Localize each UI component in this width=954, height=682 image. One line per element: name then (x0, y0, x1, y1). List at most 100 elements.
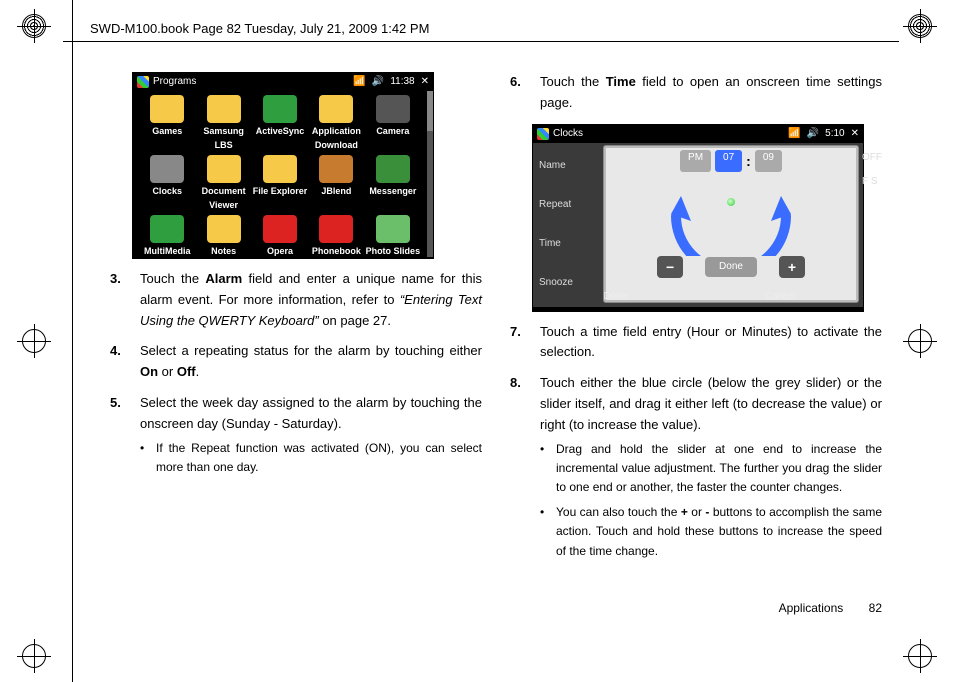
clocks-status: 📶 🔊 5:10 ✕ (788, 126, 859, 142)
clocks-title: Clocks (553, 126, 583, 142)
step-number: 8. (510, 373, 526, 567)
program-label: Camera (365, 124, 421, 138)
program-item: Phonebook (308, 215, 364, 257)
program-label: JBlend (308, 184, 364, 198)
step-number: 5. (110, 393, 126, 483)
page-footer: Applications 82 (779, 599, 882, 618)
right-steps-list: 7. Touch a time field entry (Hour or Minu… (510, 322, 882, 567)
left-steps-list: 3.Touch the Alarm field and enter a uniq… (110, 269, 482, 483)
sub-bullets: •Drag and hold the slider at one end to … (540, 440, 882, 561)
program-item: File Explorer (252, 155, 308, 213)
repeat-off: OFF (862, 150, 904, 166)
hour-pill: 07 (715, 150, 742, 172)
minute-pill: 09 (755, 150, 782, 172)
programs-titlebar: Programs 📶 🔊 11:38 ✕ (133, 73, 433, 91)
sub-text: Drag and hold the slider at one end to i… (556, 440, 882, 498)
program-item: Games (139, 95, 195, 153)
footer-page-number: 82 (869, 601, 882, 615)
program-item: Samsung LBS (195, 95, 251, 153)
done-row: − Done + (657, 256, 805, 278)
signal-icon: 📶 (788, 126, 800, 142)
footer-done: Done (533, 287, 698, 307)
programs-time: 11:38 (390, 74, 414, 90)
clocks-time: 5:10 (825, 126, 844, 142)
right-intro-list: 6. Touch the Time field to open an onscr… (510, 72, 882, 114)
programs-status: 📶 🔊 11:38 ✕ (353, 74, 429, 90)
program-label: Document Viewer (195, 184, 251, 213)
bullet-icon: • (140, 439, 148, 477)
clock-row-label: Time (539, 236, 597, 252)
clock-row-label: Name (539, 158, 597, 174)
step-text: Touch either the blue circle (below the … (540, 373, 882, 567)
crop-mark-top-right (908, 14, 932, 38)
program-item: Opera (252, 215, 308, 257)
print-guide-horizontal (63, 41, 899, 42)
clocks-footer: Done Cancel (533, 287, 863, 307)
bullet-icon: • (540, 440, 548, 498)
program-label: File Explorer (252, 184, 308, 198)
program-item: Document Viewer (195, 155, 251, 213)
programs-scrollbar (427, 91, 433, 257)
close-icon: ✕ (851, 126, 859, 142)
programs-grid: GamesSamsung LBSActiveSyncApplication Do… (133, 91, 427, 257)
program-item: Camera (365, 95, 421, 153)
step-number: 4. (110, 341, 126, 383)
speaker-icon: 🔊 (807, 126, 819, 142)
running-header: SWD-M100.book Page 82 Tuesday, July 21, … (90, 21, 429, 36)
time-pills: PM 07 : 09 (680, 150, 782, 172)
program-item: ActiveSync (252, 95, 308, 153)
left-column: Programs 📶 🔊 11:38 ✕ GamesSamsung LBSAct… (110, 72, 482, 622)
program-label: Notes (195, 244, 251, 257)
signal-icon: 📶 (353, 74, 365, 90)
program-item: Application Download (308, 95, 364, 153)
clocks-right-values: OFF F S (862, 150, 904, 190)
crop-mark-bottom-right (908, 644, 932, 668)
print-guide-vertical (72, 0, 73, 682)
time-colon: : (746, 150, 751, 172)
plus-button: + (779, 256, 805, 278)
time-picker-dialog: PM 07 : 09 − (603, 145, 859, 303)
step-number: 3. (110, 269, 126, 331)
screenshot-programs: Programs 📶 🔊 11:38 ✕ GamesSamsung LBSAct… (132, 72, 434, 259)
clocks-titlebar: Clocks 📶 🔊 5:10 ✕ (533, 125, 863, 143)
footer-cancel: Cancel (698, 287, 863, 307)
program-item: Photo Slides (365, 215, 421, 257)
speaker-icon: 🔊 (372, 74, 384, 90)
windows-flag-icon (537, 128, 549, 140)
screenshot-clocks: Clocks 📶 🔊 5:10 ✕ NameRepeatTimeSnooze P… (532, 124, 864, 312)
program-item: JBlend (308, 155, 364, 213)
program-label: Samsung LBS (195, 124, 251, 153)
crop-mark-mid-left (22, 329, 46, 353)
program-item: MultiMedia (139, 215, 195, 257)
program-label: Messenger (365, 184, 421, 198)
program-item: Messenger (365, 155, 421, 213)
step-text: Select the week day assigned to the alar… (140, 393, 482, 483)
clock-row-label: Repeat (539, 197, 597, 213)
clocks-row-labels: NameRepeatTimeSnooze (533, 143, 603, 307)
close-icon: ✕ (421, 74, 429, 90)
step-text: Select a repeating status for the alarm … (140, 341, 482, 383)
sub-text: You can also touch the + or - buttons to… (556, 503, 882, 561)
program-label: Application Download (308, 124, 364, 153)
step-number: 7. (510, 322, 526, 364)
program-item: Clocks (139, 155, 195, 213)
step-text: Touch a time field entry (Hour or Minute… (540, 322, 882, 364)
program-label: ActiveSync (252, 124, 308, 138)
days-fs: F S (862, 174, 904, 190)
right-column: 6. Touch the Time field to open an onscr… (510, 72, 882, 622)
crop-mark-mid-right (908, 329, 932, 353)
crop-mark-top-left (22, 14, 46, 38)
program-label: Games (139, 124, 195, 138)
step-text: Touch the Alarm field and enter a unique… (140, 269, 482, 331)
program-label: Phonebook (308, 244, 364, 257)
minus-button: − (657, 256, 683, 278)
pm-pill: PM (680, 150, 711, 172)
done-pill: Done (705, 257, 757, 277)
program-label: Clocks (139, 184, 195, 198)
footer-section: Applications (779, 601, 844, 615)
crop-mark-bottom-left (22, 644, 46, 668)
page-body: Programs 📶 🔊 11:38 ✕ GamesSamsung LBSAct… (110, 72, 882, 622)
programs-title: Programs (153, 74, 196, 90)
sub-bullets: •If the Repeat function was activated (O… (140, 439, 482, 477)
slider-arc (656, 176, 806, 256)
